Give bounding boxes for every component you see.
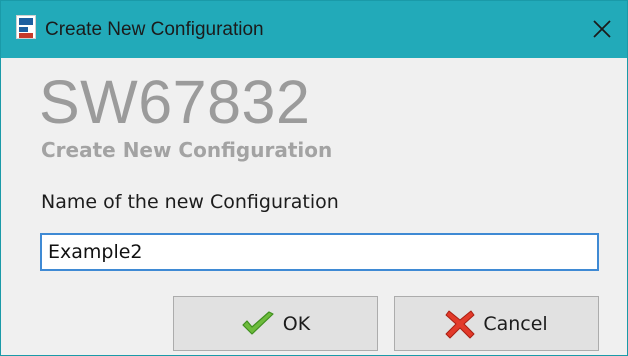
product-code: SW67832 <box>39 68 311 136</box>
dialog-content: SW67832 Create New Configuration Name of… <box>1 58 627 355</box>
title-bar: Create New Configuration <box>1 1 627 58</box>
configuration-name-label: Name of the new Configuration <box>41 191 339 213</box>
ok-button[interactable]: OK <box>173 296 378 351</box>
configuration-name-input[interactable] <box>40 233 599 271</box>
cancel-button-label: Cancel <box>483 312 548 335</box>
checkmark-icon <box>241 310 275 337</box>
close-icon <box>593 20 611 38</box>
close-button[interactable] <box>583 10 621 48</box>
app-logo-icon <box>16 15 36 39</box>
window-title: Create New Configuration <box>45 19 264 40</box>
red-x-icon <box>445 309 475 339</box>
cancel-button[interactable]: Cancel <box>394 296 599 351</box>
ok-button-label: OK <box>282 312 311 335</box>
dialog-window: Create New Configuration SW67832 Create … <box>0 0 628 356</box>
dialog-subtitle: Create New Configuration <box>41 138 333 162</box>
